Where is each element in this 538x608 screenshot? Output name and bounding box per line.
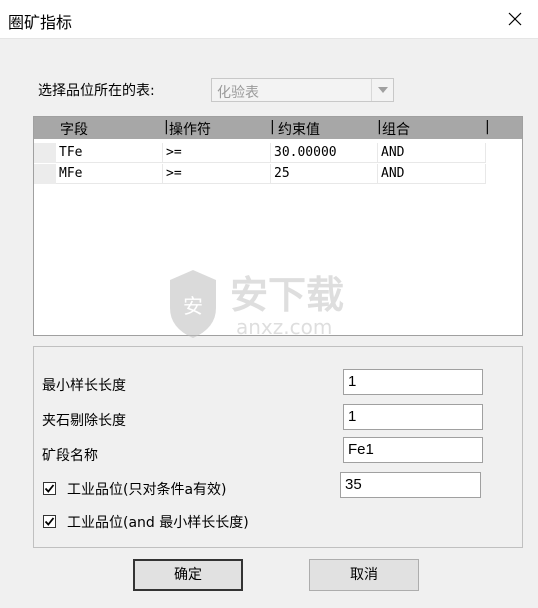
ok-button[interactable]: 确定 [133,559,243,591]
column-header-field[interactable]: 字段 [60,119,88,139]
segment-name-input[interactable]: Fe1 [343,437,483,463]
industrial-grade-a-checkbox[interactable] [43,482,56,495]
min-sample-length-label: 最小样长长度 [42,378,126,394]
grid-header: 字段 | 操作符 | 约束值 | 组合 | [34,117,522,139]
column-header-divider: | [377,119,382,135]
cell-field[interactable]: TFe [56,143,163,163]
column-header-divider: | [164,119,169,135]
waste-length-label: 夹石剔除长度 [42,413,126,429]
chevron-down-icon [377,87,388,93]
title-bar: 圈矿指标 [0,0,538,39]
industrial-grade-and-label[interactable]: 工业品位(and 最小样长长度) [67,512,249,532]
industrial-grade-a-input[interactable]: 35 [340,472,481,498]
cell-field[interactable]: MFe [56,164,163,184]
table-row[interactable]: TFe >= 30.00000 AND [34,143,522,164]
cell-combine[interactable]: AND [378,164,486,184]
segment-name-label: 矿段名称 [42,448,98,464]
column-header-operator[interactable]: 操作符 [169,119,211,139]
cell-operator[interactable]: >= [163,164,271,184]
watermark-logo: 安 安下载 anxz.com [170,270,344,339]
column-header-combine[interactable]: 组合 [382,119,410,139]
watermark-domain: anxz.com [236,315,332,339]
table-select-value: 化验表 [217,85,259,101]
window-title: 圈矿指标 [8,13,73,32]
table-select-label: 选择品位所在的表: [38,83,155,99]
table-row[interactable]: MFe >= 25 AND [34,164,522,185]
row-selector[interactable] [34,164,56,184]
industrial-grade-and-checkbox[interactable] [43,515,56,528]
watermark-brand: 安下载 [230,273,344,317]
table-select-dropdown-button[interactable] [371,79,393,101]
column-header-constraint[interactable]: 约束值 [278,119,320,139]
industrial-grade-a-label[interactable]: 工业品位(只对条件a有效) [67,479,227,499]
waste-length-input[interactable]: 1 [343,404,483,430]
checkmark-icon [44,517,55,526]
column-header-divider: | [270,119,275,135]
row-selector[interactable] [34,143,56,163]
column-header-divider: | [485,119,490,135]
min-sample-length-input[interactable]: 1 [343,369,483,395]
watermark-shield-text: 安 [183,294,203,318]
close-button[interactable] [492,0,538,38]
cell-operator[interactable]: >= [163,143,271,163]
table-select-combobox[interactable]: 化验表 [211,78,394,102]
checkmark-icon [44,484,55,493]
close-icon [508,12,522,26]
cancel-button[interactable]: 取消 [309,559,419,591]
cell-combine[interactable]: AND [378,143,486,163]
cell-constraint[interactable]: 30.00000 [271,143,378,163]
cell-constraint[interactable]: 25 [271,164,378,184]
